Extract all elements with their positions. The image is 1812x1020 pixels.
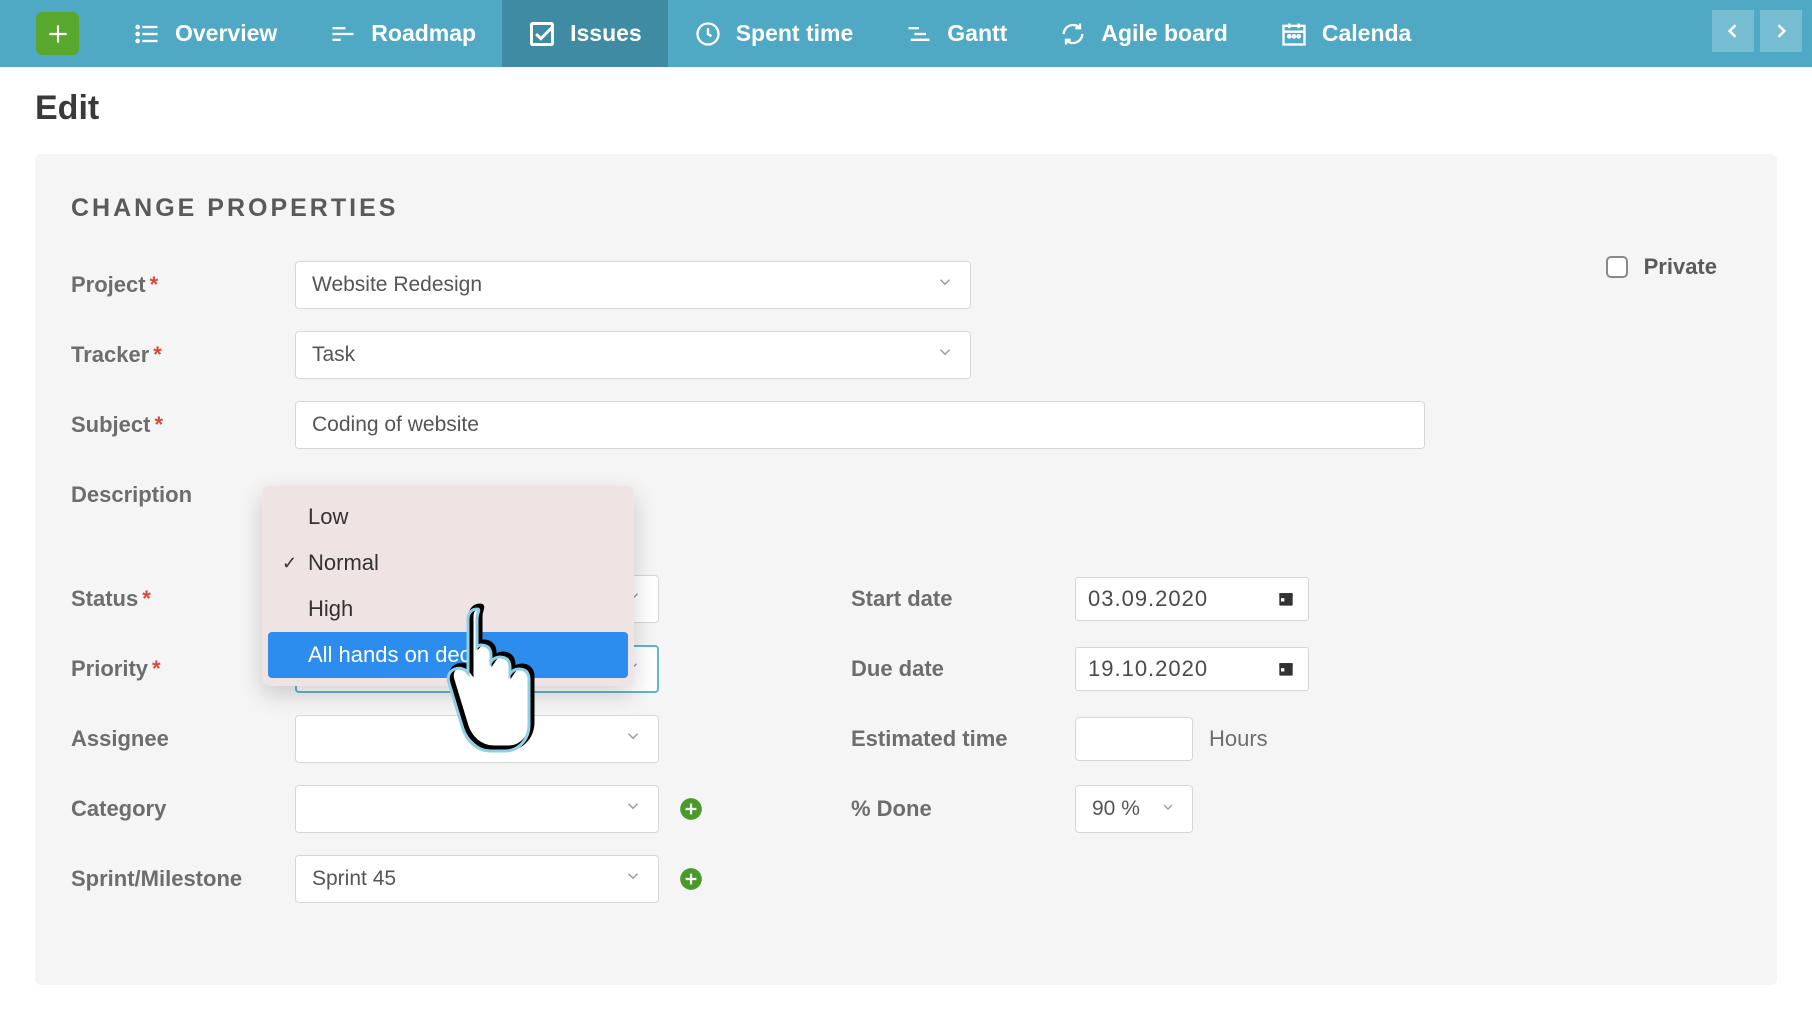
chevron-down-icon: [624, 727, 642, 751]
agile-icon: [1059, 20, 1087, 48]
nav-spent-time[interactable]: Spent time: [668, 0, 880, 67]
calendar-icon: [1276, 659, 1296, 679]
nav-overview[interactable]: Overview: [107, 0, 303, 67]
chevron-left-icon: [1723, 21, 1743, 41]
roadmap-icon: [329, 20, 357, 48]
check-icon: [528, 20, 556, 48]
category-select[interactable]: [295, 785, 659, 833]
subject-value: Coding of website: [312, 413, 479, 437]
nav-roadmap[interactable]: Roadmap: [303, 0, 502, 67]
calendar-icon: [1280, 20, 1308, 48]
plus-circle-icon: [678, 866, 704, 892]
page-title: Edit: [35, 89, 1777, 128]
sprint-label: Sprint/Milestone: [71, 866, 295, 892]
private-checkbox[interactable]: [1606, 256, 1628, 278]
nav-label: Gantt: [947, 20, 1007, 47]
pct-done-label: % Done: [851, 796, 1075, 822]
list-icon: [133, 20, 161, 48]
nav-label: Roadmap: [371, 20, 476, 47]
assignee-label: Assignee: [71, 726, 295, 752]
nav-scroll-right[interactable]: [1760, 10, 1802, 52]
due-date-value: 19.10.2020: [1088, 656, 1208, 682]
nav-calendar[interactable]: Calenda: [1254, 0, 1437, 67]
chevron-right-icon: [1771, 21, 1791, 41]
plus-icon: [45, 21, 71, 47]
private-label: Private: [1644, 254, 1717, 280]
add-category-button[interactable]: [677, 795, 705, 823]
due-date-input[interactable]: 19.10.2020: [1075, 647, 1309, 691]
clock-icon: [694, 20, 722, 48]
gantt-icon: [905, 20, 933, 48]
pct-done-select[interactable]: 90 %: [1075, 785, 1193, 833]
nav-label: Spent time: [736, 20, 854, 47]
dropdown-option-normal[interactable]: Normal: [268, 540, 628, 586]
tracker-select[interactable]: Task: [295, 331, 971, 379]
top-nav: Overview Roadmap Issues Spent time Gantt…: [0, 0, 1812, 67]
sprint-value: Sprint 45: [312, 867, 396, 891]
chevron-down-icon: [624, 797, 642, 821]
category-label: Category: [71, 796, 295, 822]
tracker-label: Tracker*: [71, 342, 295, 368]
plus-circle-icon: [678, 796, 704, 822]
chevron-down-icon: [624, 867, 642, 891]
start-date-input[interactable]: 03.09.2020: [1075, 577, 1309, 621]
nav-agile-board[interactable]: Agile board: [1033, 0, 1254, 67]
start-date-value: 03.09.2020: [1088, 586, 1208, 612]
project-value: Website Redesign: [312, 273, 482, 297]
project-select[interactable]: Website Redesign: [295, 261, 971, 309]
nav-label: Calenda: [1322, 20, 1411, 47]
start-date-label: Start date: [851, 586, 1075, 612]
section-heading: CHANGE PROPERTIES: [71, 194, 1741, 223]
add-sprint-button[interactable]: [677, 865, 705, 893]
dropdown-option-low[interactable]: Low: [268, 494, 628, 540]
subject-input[interactable]: Coding of website: [295, 401, 1425, 449]
nav-label: Agile board: [1101, 20, 1228, 47]
project-label: Project*: [71, 272, 295, 298]
estimated-time-label: Estimated time: [851, 726, 1075, 752]
nav-gantt[interactable]: Gantt: [879, 0, 1033, 67]
nav-issues[interactable]: Issues: [502, 0, 668, 67]
add-button[interactable]: [36, 12, 79, 55]
due-date-label: Due date: [851, 656, 1075, 682]
chevron-down-icon: [936, 343, 954, 367]
chevron-down-icon: [936, 273, 954, 297]
cursor-hand-icon: [420, 598, 540, 763]
nav-label: Overview: [175, 20, 277, 47]
calendar-icon: [1276, 589, 1296, 609]
hours-suffix: Hours: [1209, 726, 1268, 752]
sprint-select[interactable]: Sprint 45: [295, 855, 659, 903]
chevron-down-icon: [1160, 797, 1176, 821]
nav-scroll-left[interactable]: [1712, 10, 1754, 52]
tracker-value: Task: [312, 343, 355, 367]
subject-label: Subject*: [71, 412, 295, 438]
nav-label: Issues: [570, 20, 642, 47]
estimated-time-input[interactable]: [1075, 717, 1193, 761]
pct-done-value: 90 %: [1092, 797, 1140, 821]
